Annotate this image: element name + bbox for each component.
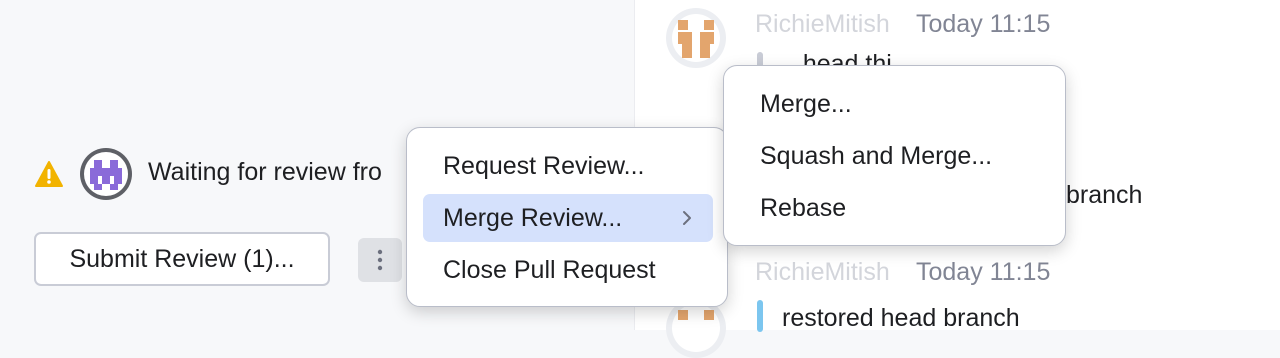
timeline-author-2[interactable]: RichieMitish (755, 258, 890, 287)
menu-item-label: Request Review... (443, 151, 645, 180)
menu-item-request-review[interactable]: Request Review... (423, 142, 713, 190)
author-avatar-image (672, 14, 720, 62)
submenu-item-label: Squash and Merge... (760, 141, 993, 170)
menu-item-close-pull-request[interactable]: Close Pull Request (423, 246, 713, 294)
timeline-event-text-2: restored head branch (782, 304, 1020, 332)
merge-submenu: Merge... Squash and Merge... Rebase (723, 65, 1066, 246)
author-avatar-2[interactable] (666, 298, 726, 358)
menu-item-merge-review[interactable]: Merge Review... (423, 194, 713, 242)
more-actions-menu: Request Review... Merge Review... Close … (406, 127, 728, 307)
submit-review-button[interactable]: Submit Review (1)... (34, 232, 330, 286)
submenu-item-merge[interactable]: Merge... (740, 80, 1050, 128)
timeline-time-2: Today 11:15 (916, 258, 1051, 286)
submenu-item-squash-and-merge[interactable]: Squash and Merge... (740, 132, 1050, 180)
waiting-for-review-text: Waiting for review fro (148, 158, 382, 186)
reviewer-avatar-image (84, 152, 128, 196)
submit-review-label: Submit Review (1)... (69, 244, 295, 273)
author-avatar[interactable] (666, 8, 726, 68)
submenu-item-label: Merge... (760, 89, 852, 118)
chevron-right-icon (683, 211, 691, 225)
more-actions-button[interactable] (358, 238, 402, 282)
menu-item-label: Merge Review... (443, 203, 623, 232)
author-avatar-image-2 (672, 304, 720, 352)
more-vertical-icon (377, 249, 383, 271)
timeline-author-1[interactable]: RichieMitish (755, 10, 890, 39)
timeline-time-1: Today 11:15 (916, 10, 1051, 38)
menu-item-label: Close Pull Request (443, 255, 656, 284)
timeline-event-bar-2 (757, 300, 763, 332)
timeline-event-text-middle: branch (1066, 181, 1143, 209)
reviewer-avatar[interactable] (80, 148, 132, 200)
warning-icon (35, 161, 63, 187)
submenu-item-rebase[interactable]: Rebase (740, 184, 1050, 232)
submenu-item-label: Rebase (760, 193, 847, 222)
